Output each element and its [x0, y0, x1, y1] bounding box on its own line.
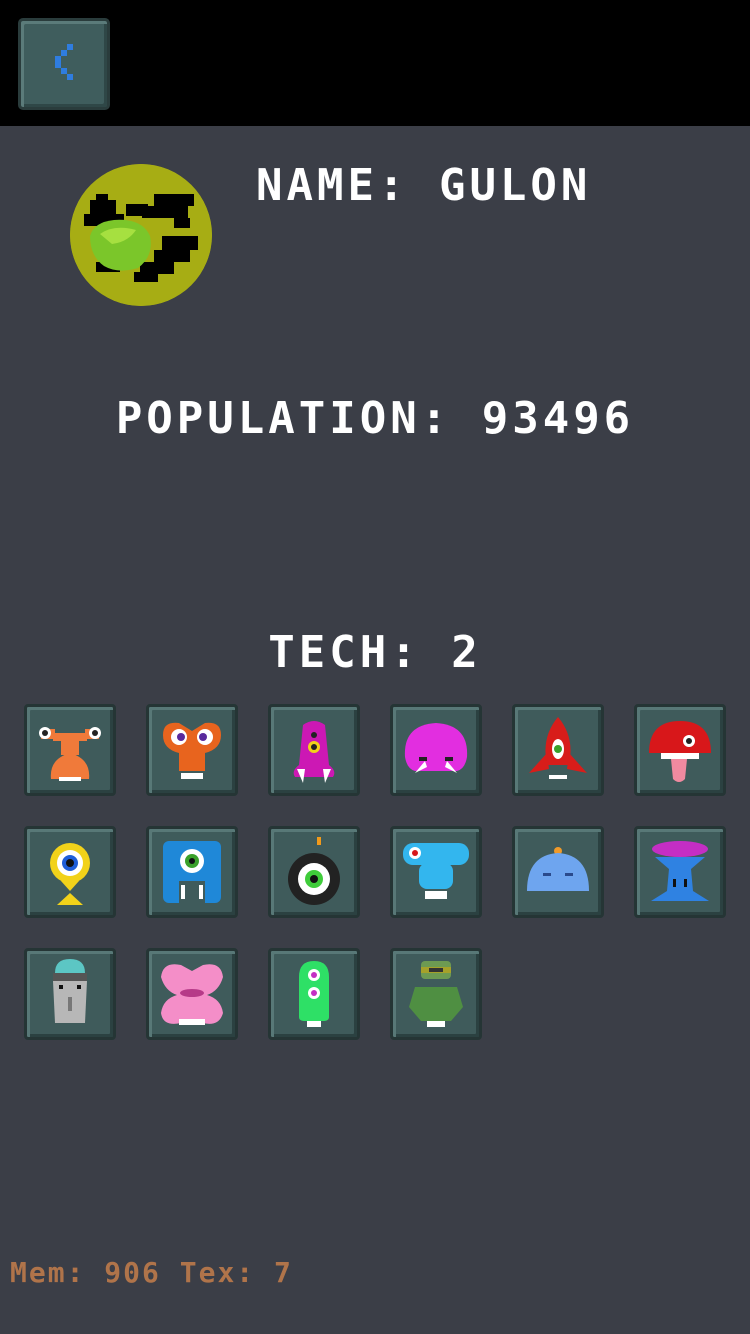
alien-tile[interactable] [24, 948, 116, 1040]
mem-label: Mem: [10, 1256, 86, 1289]
alien-tile[interactable] [146, 948, 238, 1040]
tex-label: Tex: [179, 1256, 256, 1289]
alien-tile[interactable] [24, 826, 116, 918]
alien-tile[interactable] [390, 948, 482, 1040]
alien-tile[interactable] [390, 826, 482, 918]
alien-tile[interactable] [634, 704, 726, 796]
debug-footer: Mem: 906 Tex: 7 [10, 1256, 293, 1289]
alien-tile[interactable] [390, 704, 482, 796]
mem-value: 906 [104, 1256, 161, 1289]
alien-tile[interactable] [512, 826, 604, 918]
alien-grid [0, 0, 750, 1334]
alien-tile[interactable] [146, 826, 238, 918]
alien-tile[interactable] [268, 826, 360, 918]
tex-value: 7 [274, 1256, 293, 1289]
alien-tile[interactable] [24, 704, 116, 796]
alien-tile[interactable] [634, 826, 726, 918]
alien-tile[interactable] [512, 704, 604, 796]
alien-tile[interactable] [268, 704, 360, 796]
alien-tile[interactable] [146, 704, 238, 796]
alien-tile[interactable] [268, 948, 360, 1040]
